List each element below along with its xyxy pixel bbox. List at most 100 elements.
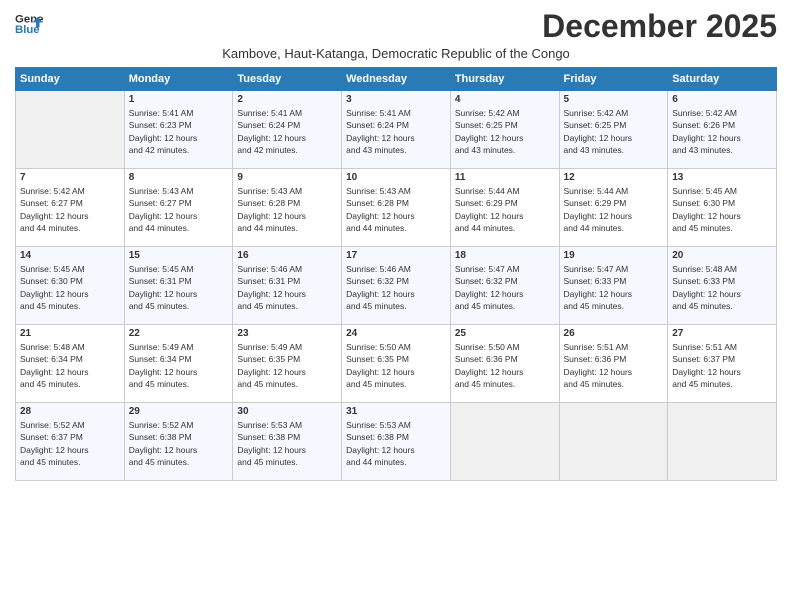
day-number: 15 [129,250,229,261]
day-number: 1 [129,94,229,105]
header: General Blue December 2025 [15,10,777,42]
cell-info: Sunrise: 5:43 AM Sunset: 6:27 PM Dayligh… [129,185,229,234]
day-number: 2 [237,94,337,105]
day-number: 16 [237,250,337,261]
calendar-cell: 27Sunrise: 5:51 AM Sunset: 6:37 PM Dayli… [668,325,777,403]
cell-info: Sunrise: 5:53 AM Sunset: 6:38 PM Dayligh… [346,419,446,468]
cell-info: Sunrise: 5:45 AM Sunset: 6:31 PM Dayligh… [129,263,229,312]
day-number: 25 [455,328,555,339]
day-number: 10 [346,172,446,183]
svg-text:Blue: Blue [15,24,40,36]
month-title: December 2025 [542,10,777,42]
cell-info: Sunrise: 5:45 AM Sunset: 6:30 PM Dayligh… [672,185,772,234]
calendar-week-row: 21Sunrise: 5:48 AM Sunset: 6:34 PM Dayli… [16,325,777,403]
day-number: 22 [129,328,229,339]
calendar-cell: 3 Sunrise: 5:41 AM Sunset: 6:24 PM Daylig… [342,91,451,169]
cell-info: Sunrise: 5:44 AM Sunset: 6:29 PM Dayligh… [455,185,555,234]
cell-info: Sunrise: 5:52 AM Sunset: 6:38 PM Dayligh… [129,419,229,468]
calendar-week-row: 28Sunrise: 5:52 AM Sunset: 6:37 PM Dayli… [16,403,777,481]
day-number: 29 [129,406,229,417]
day-number: 20 [672,250,772,261]
day-number: 11 [455,172,555,183]
calendar-cell: 1 Sunrise: 5:41 AM Sunset: 6:23 PM Daylig… [124,91,233,169]
calendar-week-row: 7 Sunrise: 5:42 AM Sunset: 6:27 PM Daylig… [16,169,777,247]
calendar-cell: 24Sunrise: 5:50 AM Sunset: 6:35 PM Dayli… [342,325,451,403]
weekday-header: Thursday [450,68,559,91]
cell-info: Sunrise: 5:49 AM Sunset: 6:35 PM Dayligh… [237,341,337,390]
weekday-header: Saturday [668,68,777,91]
weekday-header: Monday [124,68,233,91]
day-number: 31 [346,406,446,417]
calendar-week-row: 14 Sunrise: 5:45 AM Sunset: 6:30 PM Dayli… [16,247,777,325]
cell-info: Sunrise: 5:50 AM Sunset: 6:36 PM Dayligh… [455,341,555,390]
calendar-cell: 17Sunrise: 5:46 AM Sunset: 6:32 PM Dayli… [342,247,451,325]
cell-info: Sunrise: 5:45 AM Sunset: 6:30 PM Dayligh… [20,263,120,312]
cell-info: Sunrise: 5:43 AM Sunset: 6:28 PM Dayligh… [237,185,337,234]
title-block: December 2025 [542,10,777,42]
day-number: 3 [346,94,446,105]
page: General Blue December 2025 Kambove, Haut… [0,0,792,612]
calendar-cell: 8Sunrise: 5:43 AM Sunset: 6:27 PM Daylig… [124,169,233,247]
calendar-cell: 28Sunrise: 5:52 AM Sunset: 6:37 PM Dayli… [16,403,125,481]
calendar-week-row: 1 Sunrise: 5:41 AM Sunset: 6:23 PM Daylig… [16,91,777,169]
day-number: 18 [455,250,555,261]
calendar-cell: 23 Sunrise: 5:49 AM Sunset: 6:35 PM Dayli… [233,325,342,403]
cell-info: Sunrise: 5:42 AM Sunset: 6:26 PM Dayligh… [672,107,772,156]
cell-info: Sunrise: 5:41 AM Sunset: 6:24 PM Dayligh… [237,107,337,156]
day-number: 7 [20,172,120,183]
day-number: 14 [20,250,120,261]
logo-icon: General Blue [15,10,43,38]
cell-info: Sunrise: 5:47 AM Sunset: 6:33 PM Dayligh… [564,263,664,312]
day-number: 23 [237,328,337,339]
weekday-header: Wednesday [342,68,451,91]
cell-info: Sunrise: 5:52 AM Sunset: 6:37 PM Dayligh… [20,419,120,468]
weekday-header: Tuesday [233,68,342,91]
calendar-cell: 5 Sunrise: 5:42 AM Sunset: 6:25 PM Daylig… [559,91,668,169]
cell-info: Sunrise: 5:51 AM Sunset: 6:36 PM Dayligh… [564,341,664,390]
calendar-cell: 25 Sunrise: 5:50 AM Sunset: 6:36 PM Dayli… [450,325,559,403]
calendar-cell [668,403,777,481]
cell-info: Sunrise: 5:47 AM Sunset: 6:32 PM Dayligh… [455,263,555,312]
calendar-cell [450,403,559,481]
calendar-cell: 22 Sunrise: 5:49 AM Sunset: 6:34 PM Dayli… [124,325,233,403]
cell-info: Sunrise: 5:48 AM Sunset: 6:33 PM Dayligh… [672,263,772,312]
day-number: 21 [20,328,120,339]
day-number: 13 [672,172,772,183]
calendar-cell: 13 Sunrise: 5:45 AM Sunset: 6:30 PM Dayli… [668,169,777,247]
day-number: 5 [564,94,664,105]
weekday-header-row: SundayMondayTuesdayWednesdayThursdayFrid… [16,68,777,91]
calendar-cell: 2 Sunrise: 5:41 AM Sunset: 6:24 PM Daylig… [233,91,342,169]
day-number: 12 [564,172,664,183]
calendar-cell: 10Sunrise: 5:43 AM Sunset: 6:28 PM Dayli… [342,169,451,247]
calendar-cell: 6 Sunrise: 5:42 AM Sunset: 6:26 PM Daylig… [668,91,777,169]
calendar-cell: 21Sunrise: 5:48 AM Sunset: 6:34 PM Dayli… [16,325,125,403]
cell-info: Sunrise: 5:49 AM Sunset: 6:34 PM Dayligh… [129,341,229,390]
calendar-cell: 19 Sunrise: 5:47 AM Sunset: 6:33 PM Dayli… [559,247,668,325]
calendar-cell: 26 Sunrise: 5:51 AM Sunset: 6:36 PM Dayli… [559,325,668,403]
cell-info: Sunrise: 5:46 AM Sunset: 6:31 PM Dayligh… [237,263,337,312]
calendar-cell: 18 Sunrise: 5:47 AM Sunset: 6:32 PM Dayli… [450,247,559,325]
day-number: 4 [455,94,555,105]
calendar-cell: 14 Sunrise: 5:45 AM Sunset: 6:30 PM Dayli… [16,247,125,325]
day-number: 19 [564,250,664,261]
cell-info: Sunrise: 5:44 AM Sunset: 6:29 PM Dayligh… [564,185,664,234]
cell-info: Sunrise: 5:41 AM Sunset: 6:23 PM Dayligh… [129,107,229,156]
calendar-cell: 31 Sunrise: 5:53 AM Sunset: 6:38 PM Dayli… [342,403,451,481]
calendar-cell: 16 Sunrise: 5:46 AM Sunset: 6:31 PM Dayli… [233,247,342,325]
cell-info: Sunrise: 5:42 AM Sunset: 6:27 PM Dayligh… [20,185,120,234]
day-number: 30 [237,406,337,417]
day-number: 26 [564,328,664,339]
subtitle: Kambove, Haut-Katanga, Democratic Republ… [15,46,777,61]
calendar-cell: 29 Sunrise: 5:52 AM Sunset: 6:38 PM Dayli… [124,403,233,481]
calendar-cell: 15 Sunrise: 5:45 AM Sunset: 6:31 PM Dayli… [124,247,233,325]
calendar-cell [559,403,668,481]
cell-info: Sunrise: 5:41 AM Sunset: 6:24 PM Dayligh… [346,107,446,156]
calendar-cell [16,91,125,169]
day-number: 9 [237,172,337,183]
calendar-cell: 12 Sunrise: 5:44 AM Sunset: 6:29 PM Dayli… [559,169,668,247]
cell-info: Sunrise: 5:51 AM Sunset: 6:37 PM Dayligh… [672,341,772,390]
calendar-cell: 20 Sunrise: 5:48 AM Sunset: 6:33 PM Dayli… [668,247,777,325]
day-number: 6 [672,94,772,105]
cell-info: Sunrise: 5:42 AM Sunset: 6:25 PM Dayligh… [564,107,664,156]
logo: General Blue [15,10,43,38]
